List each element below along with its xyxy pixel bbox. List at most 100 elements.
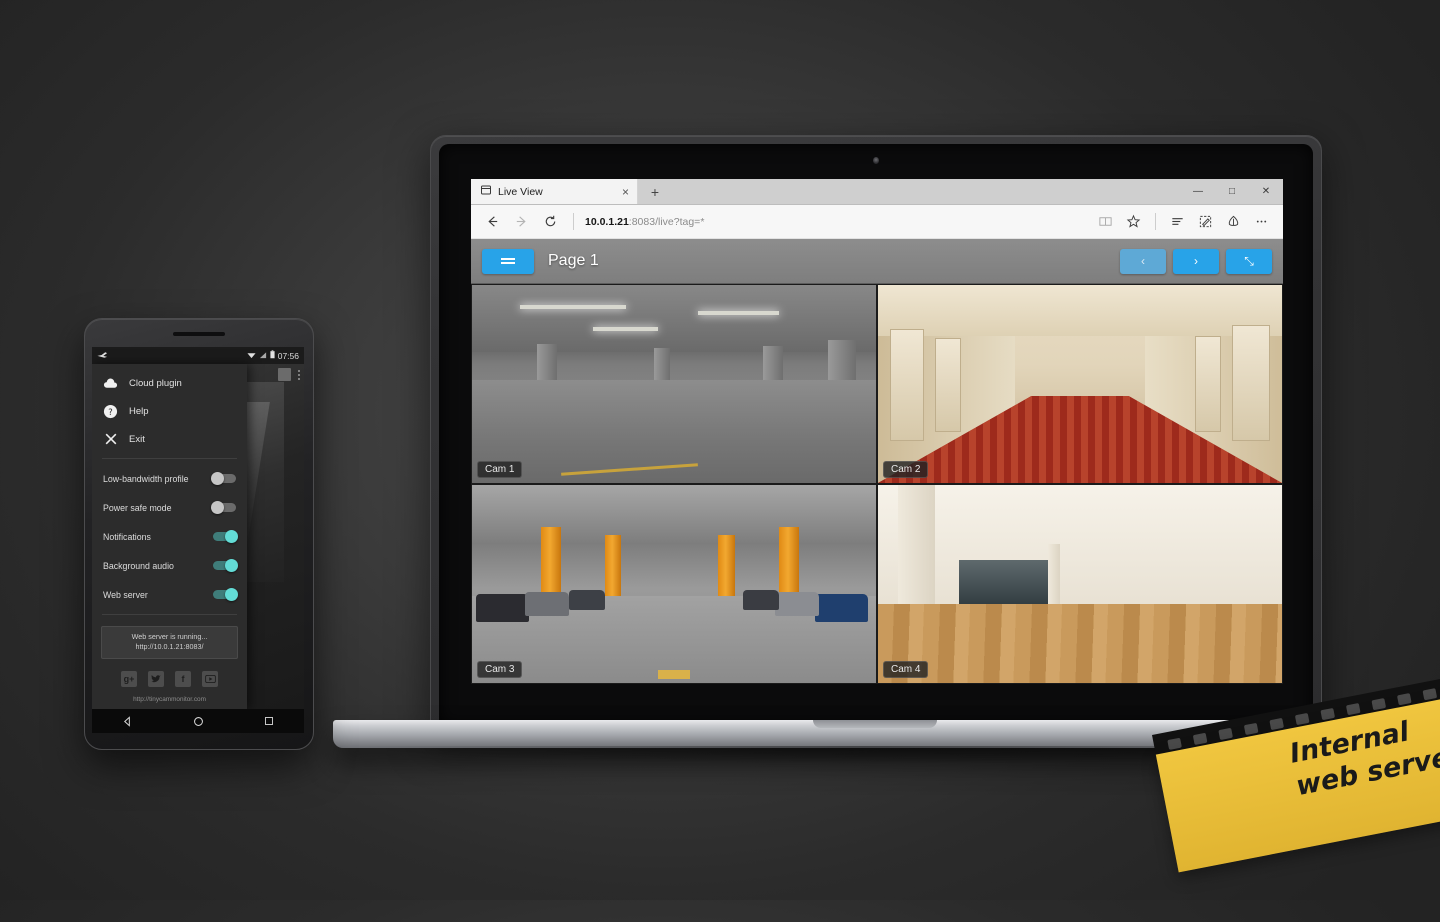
live-view-app: Page 1 ‹ › ⤡ Cam 1 Cam 2 Cam 3 Cam 4 xyxy=(471,239,1283,684)
browser-tabstrip: Live View × + — □ ✕ xyxy=(471,179,1283,205)
address-bar[interactable]: 10.0.1.21:8083/live?tag=* xyxy=(583,216,1090,228)
tab-title: Live View xyxy=(498,185,543,198)
back-nav-icon[interactable] xyxy=(122,715,133,727)
hub-icon[interactable] xyxy=(1164,208,1191,235)
recents-nav-icon[interactable] xyxy=(264,716,274,726)
toggle-row-web-server[interactable]: Web server xyxy=(92,580,247,609)
toggle-label: Power safe mode xyxy=(103,502,172,513)
toggle-row-background-audio[interactable]: Background audio xyxy=(92,551,247,580)
camera-cell[interactable]: Cam 2 xyxy=(878,285,1282,483)
twitter-icon[interactable] xyxy=(148,670,164,687)
battery-icon xyxy=(270,350,275,361)
drawer-item-exit[interactable]: Exit xyxy=(92,425,247,453)
drawer-item-label: Cloud plugin xyxy=(129,377,182,389)
wifi-icon xyxy=(247,351,256,361)
close-x-icon xyxy=(103,432,118,447)
toggle-label: Web server xyxy=(103,589,148,600)
more-icon[interactable] xyxy=(1248,208,1275,235)
background-app-actions xyxy=(278,368,300,381)
prev-page-button[interactable]: ‹ xyxy=(1120,248,1166,274)
toggle-label: Notifications xyxy=(103,531,151,542)
toggle-label: Background audio xyxy=(103,560,174,571)
url-path: :8083/live?tag=* xyxy=(628,215,705,228)
drawer-divider xyxy=(102,458,237,459)
toggle-switch[interactable] xyxy=(213,558,238,572)
browser-tab[interactable]: Live View × xyxy=(471,179,638,204)
overflow-dots-icon[interactable] xyxy=(298,369,300,380)
browser-toolbar: 10.0.1.21:8083/live?tag=* xyxy=(471,205,1283,239)
drawer-item-label: Help xyxy=(129,405,149,417)
edge-browser-window: Live View × + — □ ✕ 10.0.1.21:8083/live… xyxy=(471,179,1283,684)
camera-label: Cam 1 xyxy=(477,461,523,478)
toggle-row-power-safe[interactable]: Power safe mode xyxy=(92,493,247,522)
page-title: Page 1 xyxy=(548,252,599,269)
window-controls: — □ ✕ xyxy=(1181,179,1283,204)
camera-feed-4 xyxy=(878,485,1282,683)
close-window-button[interactable]: ✕ xyxy=(1249,179,1283,204)
toolbar-actions xyxy=(1092,208,1275,235)
website-url[interactable]: http://tinycammonitor.com xyxy=(92,696,247,703)
home-nav-icon[interactable] xyxy=(193,716,204,727)
toggle-switch[interactable] xyxy=(211,471,236,485)
new-tab-button[interactable]: + xyxy=(638,179,672,204)
tab-close-icon[interactable]: × xyxy=(622,186,629,198)
forward-icon[interactable] xyxy=(508,208,535,235)
google-plus-icon[interactable]: g+ xyxy=(121,670,137,687)
reading-view-icon[interactable] xyxy=(1092,208,1119,235)
tab-favicon-window-icon xyxy=(481,185,491,198)
toggle-switch[interactable] xyxy=(213,587,238,601)
camera-feed-3 xyxy=(472,485,876,683)
phone-device: 07:56 Cloud plugin ? Help Exit Low-bandw… xyxy=(84,318,314,750)
android-nav-bar xyxy=(92,709,304,733)
laptop-webcam-icon xyxy=(873,157,879,164)
camera-cell[interactable]: Cam 3 xyxy=(472,485,876,683)
stop-square-icon[interactable] xyxy=(278,368,291,381)
toggle-row-low-bandwidth[interactable]: Low-bandwidth profile xyxy=(92,464,247,493)
refresh-icon[interactable] xyxy=(537,208,564,235)
maximize-button[interactable]: □ xyxy=(1215,179,1249,204)
toggle-switch[interactable] xyxy=(211,500,236,514)
laptop-lid: Live View × + — □ ✕ 10.0.1.21:8083/live… xyxy=(430,135,1322,732)
drawer-divider-2 xyxy=(102,614,237,615)
social-links: g+ f xyxy=(92,670,247,687)
svg-text:?: ? xyxy=(108,406,112,416)
toggle-switch[interactable] xyxy=(213,529,238,543)
camera-grid: Cam 1 Cam 2 Cam 3 Cam 4 xyxy=(471,284,1283,684)
camera-cell[interactable]: Cam 1 xyxy=(472,285,876,483)
toggle-row-notifications[interactable]: Notifications xyxy=(92,522,247,551)
youtube-icon[interactable] xyxy=(202,670,218,687)
favorites-star-icon[interactable] xyxy=(1120,208,1147,235)
camera-label: Cam 4 xyxy=(883,661,929,678)
url-host: 10.0.1.21 xyxy=(585,215,629,228)
promo-scene: Live View × + — □ ✕ 10.0.1.21:8083/live… xyxy=(0,0,1440,900)
toolbar-divider-2 xyxy=(1155,213,1156,230)
toggle-label: Low-bandwidth profile xyxy=(103,473,189,484)
status-line-url[interactable]: http://10.0.1.21:8083/ xyxy=(106,642,233,652)
minimize-button[interactable]: — xyxy=(1181,179,1215,204)
navigation-drawer: Cloud plugin ? Help Exit Low-bandwidth p… xyxy=(92,364,247,709)
drawer-item-label: Exit xyxy=(129,433,145,445)
drawer-item-help[interactable]: ? Help xyxy=(92,397,247,425)
toolbar-divider xyxy=(573,213,574,230)
camera-feed-2 xyxy=(878,285,1282,483)
camera-cell[interactable]: Cam 4 xyxy=(878,485,1282,683)
clock-time: 07:56 xyxy=(277,350,299,361)
phone-screen: 07:56 Cloud plugin ? Help Exit Low-bandw… xyxy=(92,347,304,709)
next-page-button[interactable]: › xyxy=(1173,248,1219,274)
back-icon[interactable] xyxy=(479,208,506,235)
signal-icon xyxy=(259,351,267,361)
camera-feed-1 xyxy=(472,285,876,483)
camera-icon xyxy=(97,351,108,361)
phone-speaker xyxy=(173,332,225,336)
facebook-icon[interactable]: f xyxy=(175,670,191,687)
app-toolbar-actions: ‹ › ⤡ xyxy=(1120,248,1272,274)
phone-app-body: Cloud plugin ? Help Exit Low-bandwidth p… xyxy=(92,364,304,709)
web-note-icon[interactable] xyxy=(1192,208,1219,235)
menu-button[interactable] xyxy=(482,248,534,274)
share-icon[interactable] xyxy=(1220,208,1247,235)
fullscreen-button[interactable]: ⤡ xyxy=(1226,248,1272,274)
status-icons: 07:56 xyxy=(247,350,299,361)
app-toolbar: Page 1 ‹ › ⤡ xyxy=(471,239,1283,284)
drawer-item-cloud-plugin[interactable]: Cloud plugin xyxy=(92,369,247,397)
camera-label: Cam 2 xyxy=(883,461,929,478)
